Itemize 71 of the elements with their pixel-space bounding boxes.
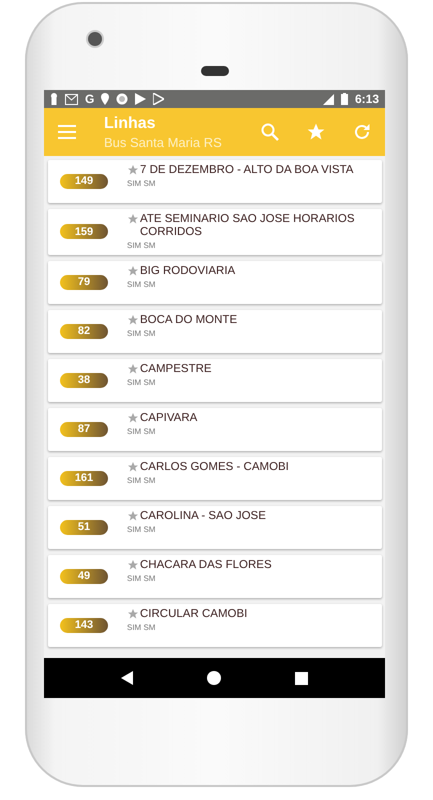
line-card[interactable]: 159 ATE SEMINARIO SAO JOSE HORARIOS CORRIDOS SIM SM xyxy=(48,209,382,255)
line-name: 7 DE DEZEMBRO - ALTO DA BOA VISTA xyxy=(140,164,354,177)
line-number: 159 xyxy=(60,224,108,239)
app-subtitle: Bus Santa Maria RS xyxy=(104,134,223,150)
company-label: SIM SM xyxy=(127,179,156,188)
earpiece xyxy=(201,66,229,76)
app-letter: G xyxy=(85,92,94,106)
company-label: SIM SM xyxy=(127,280,156,289)
play-icon xyxy=(135,93,146,105)
favorites-button[interactable] xyxy=(306,122,326,142)
camera xyxy=(88,32,102,46)
line-number: 143 xyxy=(60,618,108,632)
line-name: CAPIVARA xyxy=(140,412,198,425)
line-name: BIG RODOVIARIA xyxy=(140,265,236,278)
line-name: CAROLINA - SAO JOSE xyxy=(140,510,266,523)
line-number: 161 xyxy=(60,470,108,486)
circle-icon xyxy=(116,93,128,105)
line-card[interactable]: 149 7 DE DEZEMBRO - ALTO DA BOA VISTA SIM SM xyxy=(48,160,382,203)
line-name: CAMPESTRE xyxy=(140,363,212,376)
line-name: CHACARA DAS FLORES xyxy=(140,559,272,572)
line-number: 149 xyxy=(60,174,108,188)
line-number: 38 xyxy=(60,372,108,388)
line-name: CIRCULAR CAMOBI xyxy=(140,608,248,621)
location-pin-icon xyxy=(101,93,110,105)
line-number: 82 xyxy=(60,324,108,338)
line-card[interactable]: 51 CAROLINA - SAO JOSE SIM SM xyxy=(48,506,382,549)
home-button[interactable] xyxy=(207,671,221,685)
battery-icon xyxy=(340,93,348,105)
star-icon[interactable] xyxy=(127,363,139,375)
back-button[interactable] xyxy=(121,671,133,685)
star-icon[interactable] xyxy=(127,559,139,571)
star-icon[interactable] xyxy=(127,461,139,473)
line-number: 51 xyxy=(60,520,108,534)
company-label: SIM SM xyxy=(127,241,156,250)
company-label: SIM SM xyxy=(127,427,156,436)
app-title: Linhas xyxy=(104,114,157,132)
company-label: SIM SM xyxy=(127,525,156,534)
menu-button[interactable] xyxy=(58,125,76,139)
star-icon[interactable] xyxy=(127,314,139,326)
recents-button[interactable] xyxy=(295,672,308,684)
line-name: ATE SEMINARIO SAO JOSE HORARIOS CORRIDOS xyxy=(140,213,356,239)
line-card[interactable]: 161 CARLOS GOMES - CAMOBI SIM SM xyxy=(48,457,382,500)
star-icon[interactable] xyxy=(127,412,139,424)
keyhole-icon xyxy=(50,93,58,105)
star-icon[interactable] xyxy=(127,510,139,522)
mail-icon xyxy=(65,94,78,104)
signal-icon xyxy=(322,94,334,104)
line-name: BOCA DO MONTE xyxy=(140,314,238,327)
star-icon[interactable] xyxy=(127,265,139,277)
line-number: 87 xyxy=(60,422,108,436)
line-card[interactable]: 49 CHACARA DAS FLORES SIM SM xyxy=(48,555,382,598)
line-card[interactable]: 79 BIG RODOVIARIA SIM SM xyxy=(48,261,382,304)
star-icon[interactable] xyxy=(127,213,139,225)
company-label: SIM SM xyxy=(127,623,156,632)
refresh-button[interactable] xyxy=(353,123,371,141)
line-name: CARLOS GOMES - CAMOBI xyxy=(140,461,289,474)
line-number: 49 xyxy=(60,568,108,584)
line-card[interactable]: 82 BOCA DO MONTE SIM SM xyxy=(48,310,382,353)
company-label: SIM SM xyxy=(127,574,156,583)
line-card[interactable]: 143 CIRCULAR CAMOBI SIM SM xyxy=(48,604,382,647)
clock: 6:13 xyxy=(354,92,379,106)
line-card[interactable]: 87 CAPIVARA SIM SM xyxy=(48,408,382,451)
line-card[interactable]: 38 CAMPESTRE SIM SM xyxy=(48,359,382,402)
company-label: SIM SM xyxy=(127,329,156,338)
star-icon[interactable] xyxy=(127,608,139,620)
line-number: 79 xyxy=(60,274,108,290)
company-label: SIM SM xyxy=(127,378,156,387)
company-label: SIM SM xyxy=(127,476,156,485)
play-icon xyxy=(153,93,164,105)
star-icon[interactable] xyxy=(127,164,139,176)
search-button[interactable] xyxy=(261,123,279,141)
